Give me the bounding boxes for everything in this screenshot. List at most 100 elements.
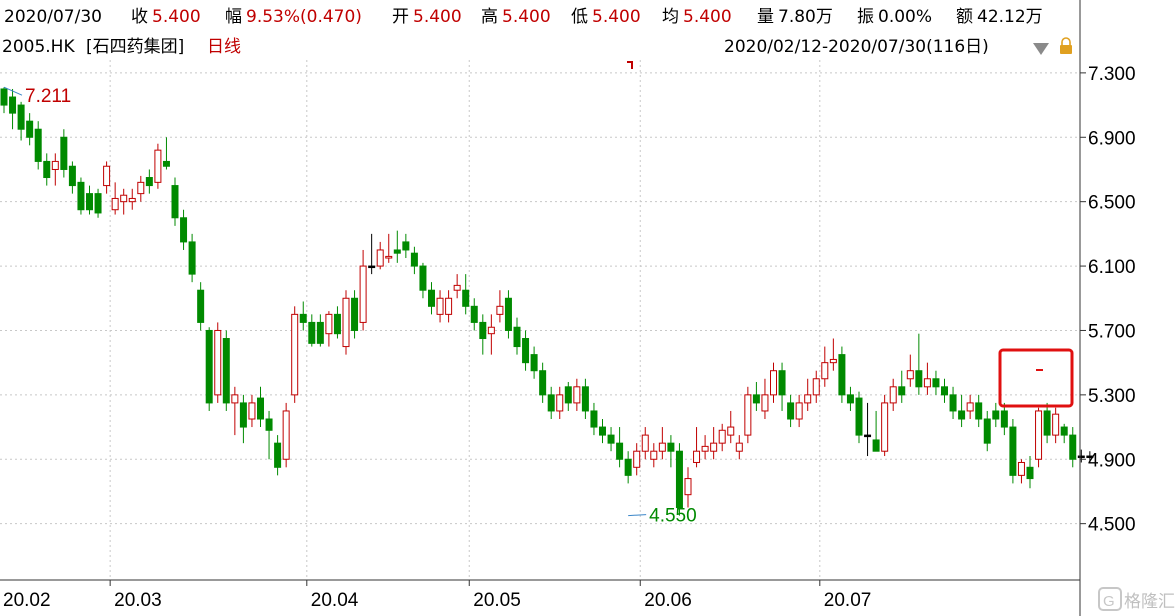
candle xyxy=(949,386,957,420)
candle-body xyxy=(718,429,726,444)
candle xyxy=(496,290,504,323)
candle xyxy=(633,443,641,476)
candle xyxy=(855,391,863,444)
candle-body xyxy=(222,338,230,404)
candle xyxy=(581,378,589,420)
candle-body xyxy=(804,394,812,404)
candle-body xyxy=(436,297,444,315)
candle-body xyxy=(128,197,136,203)
candle xyxy=(197,282,205,331)
candle xyxy=(864,402,872,457)
candle xyxy=(735,435,743,460)
candle xyxy=(368,233,376,275)
candle-body xyxy=(829,358,837,364)
x-tick-label: 20.05 xyxy=(473,590,521,611)
candle-body xyxy=(915,370,923,388)
candle-body xyxy=(923,378,931,388)
candle xyxy=(846,386,854,411)
candle xyxy=(419,262,427,299)
candle xyxy=(564,381,572,411)
candle-body xyxy=(624,458,632,476)
candle-body xyxy=(316,321,324,344)
candle-body xyxy=(325,313,333,335)
candle xyxy=(1077,449,1085,463)
candle-body xyxy=(111,197,119,211)
candle-body xyxy=(299,313,307,323)
candle-body xyxy=(470,305,478,323)
candle-body xyxy=(778,370,786,396)
candle xyxy=(17,101,25,141)
candle xyxy=(829,338,837,371)
candle-body xyxy=(86,193,93,211)
candle xyxy=(923,362,931,395)
candle-body xyxy=(821,362,829,380)
candle-body xyxy=(1043,410,1051,436)
candle xyxy=(68,161,76,194)
candle-body xyxy=(633,450,641,468)
candle-body xyxy=(333,313,341,335)
candle xyxy=(795,394,803,428)
candle xyxy=(26,113,34,146)
candle-body xyxy=(761,394,769,412)
candles xyxy=(0,87,1094,516)
candle-body xyxy=(650,450,658,460)
candlestick-chart[interactable]: 7.300 6.900 6.500 6.100 5.700 5.300 4.900 4.500… xyxy=(0,0,1176,616)
highlight-mark xyxy=(1036,369,1043,371)
candle-body xyxy=(504,297,512,331)
candle-body xyxy=(376,249,384,267)
candle-body xyxy=(368,265,376,269)
candle xyxy=(684,467,692,508)
candle-body xyxy=(34,128,42,162)
candle xyxy=(222,330,230,411)
candle-body xyxy=(205,329,213,404)
candle xyxy=(180,209,188,250)
candle xyxy=(34,121,42,170)
candle xyxy=(710,427,718,460)
annotation-label: 7.211 xyxy=(25,86,71,107)
candle-body xyxy=(308,321,316,344)
dropdown-arrow-icon[interactable] xyxy=(1033,43,1049,55)
x-tick-label: 20.03 xyxy=(114,590,162,611)
candle xyxy=(162,137,170,170)
candle xyxy=(0,87,8,114)
candle xyxy=(881,394,889,457)
candle-body xyxy=(1077,455,1085,459)
candle-body xyxy=(137,181,145,195)
candle-body xyxy=(231,394,239,404)
candle-body xyxy=(564,386,572,404)
candle-body xyxy=(710,442,718,452)
candle xyxy=(1026,456,1034,489)
grid xyxy=(0,60,1080,580)
candle xyxy=(718,423,726,452)
candle-body xyxy=(581,386,589,412)
candle xyxy=(402,233,410,259)
candle xyxy=(342,290,350,355)
candle xyxy=(992,402,1000,428)
candle xyxy=(889,378,897,411)
candle xyxy=(821,346,829,387)
x-tick-label: 20.04 xyxy=(311,590,359,611)
candle-body xyxy=(846,394,854,404)
candle xyxy=(522,330,530,371)
candle xyxy=(94,188,102,218)
candle xyxy=(658,427,666,460)
candle-body xyxy=(248,402,256,420)
candle-body xyxy=(1017,461,1025,476)
candle-body xyxy=(881,402,889,452)
top-red-mark xyxy=(627,61,633,69)
annotation-label: 4.550 xyxy=(649,506,697,527)
candle-body xyxy=(282,410,290,460)
candle xyxy=(487,314,495,355)
candle-body xyxy=(145,177,153,187)
candle xyxy=(539,362,547,403)
price-annotation: 4.550 xyxy=(628,506,697,527)
candle xyxy=(752,381,760,411)
candle xyxy=(479,314,487,355)
candle xyxy=(812,370,820,403)
candle-body xyxy=(667,442,675,452)
svg-text:G: G xyxy=(1103,593,1115,610)
candle-body xyxy=(855,397,863,436)
lock-icon[interactable] xyxy=(1060,37,1072,54)
candle-body xyxy=(1009,426,1017,476)
candle-body xyxy=(744,394,752,436)
